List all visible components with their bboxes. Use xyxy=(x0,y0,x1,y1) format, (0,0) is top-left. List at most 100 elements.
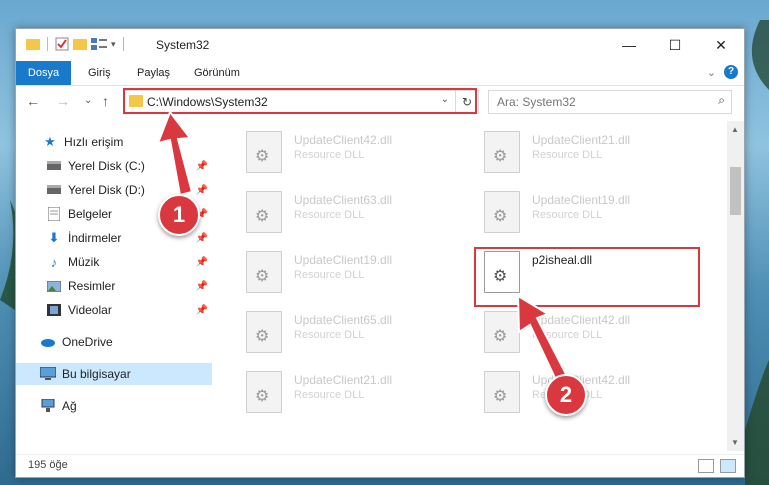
new-folder-icon[interactable] xyxy=(73,38,87,50)
file-name: UpdateClient42.dll xyxy=(532,313,631,327)
file-name: UpdateClient21.dll xyxy=(294,373,393,387)
file-item[interactable]: ⚙ UpdateClient65.dll Resource DLL xyxy=(232,307,462,357)
documents-icon xyxy=(46,206,62,222)
file-name: UpdateClient19.dll xyxy=(532,193,631,207)
customize-view-icon[interactable] xyxy=(91,38,107,50)
file-item[interactable]: ⚙ UpdateClient19.dll Resource DLL xyxy=(470,187,700,237)
sidebar-item-pictures[interactable]: Resimler 📌 xyxy=(16,275,212,297)
recent-locations-button[interactable]: ⌄ xyxy=(84,95,92,106)
sidebar-item-this-pc[interactable]: Bu bilgisayar xyxy=(16,363,212,385)
window-title: System32 xyxy=(156,38,210,52)
dll-file-icon: ⚙ xyxy=(246,191,282,233)
dll-file-icon: ⚙ xyxy=(246,251,282,293)
ribbon-controls: ⌄ ? xyxy=(707,65,738,79)
back-button[interactable]: ← xyxy=(26,93,40,109)
navigation-pane: ★ Hızlı erişim Yerel Disk (C:) 📌 Yerel D… xyxy=(16,121,212,441)
video-icon xyxy=(46,302,62,318)
gear-icon: ⚙ xyxy=(255,208,270,225)
file-highlight-box xyxy=(474,247,700,307)
expand-ribbon-icon[interactable]: ⌄ xyxy=(707,66,716,79)
forward-button[interactable]: → xyxy=(56,93,70,109)
file-type: Resource DLL xyxy=(294,269,365,281)
vertical-scrollbar[interactable]: ▲ ▼ xyxy=(727,121,744,451)
tab-file[interactable]: Dosya xyxy=(16,61,71,85)
step-2-badge: 2 xyxy=(545,374,587,416)
sidebar-item-label: Bu bilgisayar xyxy=(62,367,131,381)
file-name: UpdateClient19.dll xyxy=(294,253,393,267)
file-type: Resource DLL xyxy=(532,209,603,221)
dll-file-icon: ⚙ xyxy=(246,131,282,173)
dll-file-icon: ⚙ xyxy=(484,191,520,233)
sidebar-item-label: Belgeler xyxy=(68,207,113,221)
item-count: 195 öğe xyxy=(28,459,68,471)
gear-icon: ⚙ xyxy=(255,148,270,165)
details-view-icon[interactable] xyxy=(698,459,714,473)
sidebar-item-music[interactable]: ♪ Müzik 📌 xyxy=(16,251,212,273)
file-item[interactable]: ⚙ UpdateClient63.dll Resource DLL xyxy=(232,187,462,237)
dll-file-icon: ⚙ xyxy=(246,371,282,413)
file-name: UpdateClient65.dll xyxy=(294,313,393,327)
pin-icon[interactable]: 📌 xyxy=(196,305,208,316)
sidebar-item-local-disk-c[interactable]: Yerel Disk (C:) 📌 xyxy=(16,155,212,177)
cloud-icon xyxy=(40,334,56,350)
file-name: UpdateClient63.dll xyxy=(294,193,393,207)
dll-file-icon: ⚙ xyxy=(484,131,520,173)
file-type: Resource DLL xyxy=(532,329,603,341)
scroll-up-icon[interactable]: ▲ xyxy=(731,125,739,134)
tab-share[interactable]: Paylaş xyxy=(137,61,170,85)
pin-icon[interactable]: 📌 xyxy=(196,161,208,172)
divider xyxy=(47,37,48,51)
sidebar-item-label: Ağ xyxy=(62,399,77,413)
tab-home[interactable]: Giriş xyxy=(88,61,111,85)
window-controls: — ☐ ✕ xyxy=(606,29,744,61)
dll-file-icon: ⚙ xyxy=(484,371,520,413)
file-item[interactable]: ⚙ UpdateClient19.dll Resource DLL xyxy=(232,247,462,297)
pictures-icon xyxy=(46,278,62,294)
sidebar-item-label: Yerel Disk (C:) xyxy=(68,159,145,173)
sidebar-item-label: Yerel Disk (D:) xyxy=(68,183,145,197)
search-input[interactable] xyxy=(495,94,699,110)
file-item[interactable]: ⚙ UpdateClient42.dll Resource DLL xyxy=(232,127,462,177)
scrollbar-thumb[interactable] xyxy=(730,167,741,215)
gear-icon: ⚙ xyxy=(493,388,508,405)
dll-file-icon: ⚙ xyxy=(484,311,520,353)
tab-view[interactable]: Görünüm xyxy=(194,61,240,85)
gear-icon: ⚙ xyxy=(255,388,270,405)
sidebar-item-onedrive[interactable]: OneDrive xyxy=(16,331,212,353)
file-type: Resource DLL xyxy=(294,209,365,221)
gear-icon: ⚙ xyxy=(255,328,270,345)
file-type: Resource DLL xyxy=(294,329,365,341)
sidebar-item-label: Videolar xyxy=(68,303,112,317)
file-name: UpdateClient21.dll xyxy=(532,133,631,147)
maximize-button[interactable]: ☐ xyxy=(652,29,698,61)
gear-icon: ⚙ xyxy=(493,148,508,165)
minimize-button[interactable]: — xyxy=(606,29,652,61)
help-icon[interactable]: ? xyxy=(724,65,738,79)
file-item[interactable]: ⚙ UpdateClient21.dll Resource DLL xyxy=(232,367,462,417)
sidebar-item-quick-access[interactable]: ★ Hızlı erişim xyxy=(16,131,212,153)
file-type: Resource DLL xyxy=(294,389,365,401)
download-icon: ⬇ xyxy=(48,230,60,245)
gear-icon: ⚙ xyxy=(255,268,270,285)
sidebar-item-videos[interactable]: Videolar 📌 xyxy=(16,299,212,321)
search-box[interactable]: ⌕ xyxy=(488,90,732,114)
file-item[interactable]: ⚙ UpdateClient21.dll Resource DLL xyxy=(470,127,700,177)
pin-icon[interactable]: 📌 xyxy=(196,185,208,196)
dll-file-icon: ⚙ xyxy=(246,311,282,353)
sidebar-item-network[interactable]: Ağ xyxy=(16,395,212,417)
chevron-down-icon[interactable]: ▾ xyxy=(111,39,116,50)
properties-icon[interactable] xyxy=(55,37,69,51)
scroll-down-icon[interactable]: ▼ xyxy=(731,438,739,447)
up-button[interactable]: ↑ xyxy=(102,93,109,109)
search-icon[interactable]: ⌕ xyxy=(718,93,725,108)
sidebar-item-label: Müzik xyxy=(68,255,100,269)
pin-icon[interactable]: 📌 xyxy=(196,257,208,268)
sidebar-item-label: Hızlı erişim xyxy=(64,135,124,149)
close-button[interactable]: ✕ xyxy=(698,29,744,61)
network-icon xyxy=(40,398,56,414)
status-bar: 195 öğe xyxy=(16,454,744,477)
large-icons-view-icon[interactable] xyxy=(720,459,736,473)
file-item[interactable]: ⚙ UpdateClient42.dll Resource DLL xyxy=(470,307,700,357)
pin-icon[interactable]: 📌 xyxy=(196,281,208,292)
pin-icon[interactable]: 📌 xyxy=(196,233,208,244)
